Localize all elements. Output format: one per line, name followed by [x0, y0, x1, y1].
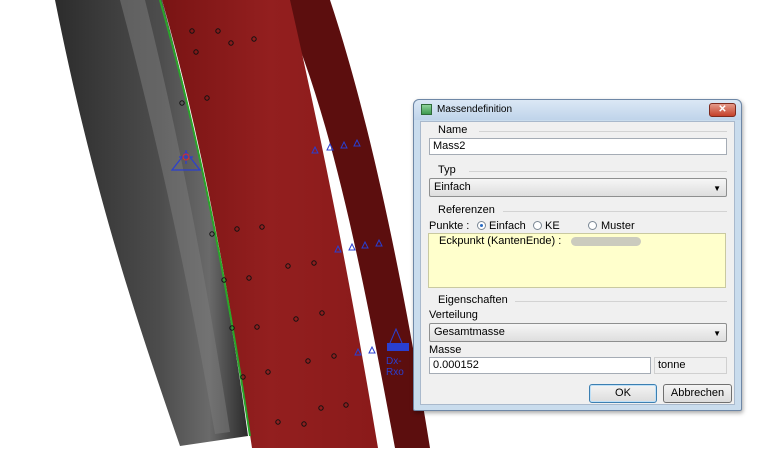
distribution-dropdown[interactable]: Gesamtmasse ▼ — [429, 323, 727, 342]
radio-einfach[interactable] — [477, 221, 486, 230]
mass-input[interactable]: 0.000152 — [429, 357, 651, 374]
chevron-down-icon: ▼ — [713, 329, 721, 338]
references-group-divider — [503, 211, 727, 212]
type-group-divider — [469, 171, 727, 172]
name-group-label: Name — [438, 124, 468, 136]
references-list[interactable]: Eckpunkt (KantenEnde) : — [428, 233, 726, 288]
radio-einfach-label[interactable]: Einfach — [489, 220, 526, 232]
dialog-titlebar[interactable]: Massendefinition ✕ — [414, 100, 741, 120]
type-group-label: Typ — [438, 164, 456, 176]
radio-ke-label[interactable]: KE — [545, 220, 560, 232]
blurred-reference-value — [571, 237, 641, 246]
dialog-app-icon — [421, 104, 432, 115]
axis-label-rxo: Rxo — [386, 367, 404, 378]
points-label: Punkte : — [429, 220, 470, 232]
cancel-button[interactable]: Abbrechen — [663, 384, 732, 403]
mass-unit: tonne — [654, 357, 727, 374]
distribution-dropdown-value: Gesamtmasse — [434, 326, 505, 338]
dialog-title: Massendefinition — [437, 104, 513, 115]
type-dropdown[interactable]: Einfach ▼ — [429, 178, 727, 197]
name-group-divider — [479, 131, 727, 132]
properties-group-divider — [515, 301, 727, 302]
distribution-label: Verteilung — [429, 309, 478, 321]
properties-group-label: Eigenschaften — [438, 294, 508, 306]
radio-ke[interactable] — [533, 221, 542, 230]
type-dropdown-value: Einfach — [434, 181, 471, 193]
mass-definition-dialog: Massendefinition ✕ Name Mass2 Typ Einfac… — [413, 99, 742, 411]
name-input[interactable]: Mass2 — [429, 138, 727, 155]
close-button[interactable]: ✕ — [709, 103, 736, 117]
dialog-body: Name Mass2 Typ Einfach ▼ Referenzen Punk… — [420, 121, 735, 405]
axis-label-dx: Dx- — [386, 356, 402, 367]
mass-label: Masse — [429, 344, 462, 356]
chevron-down-icon: ▼ — [713, 184, 721, 193]
radio-muster[interactable] — [588, 221, 597, 230]
reference-item[interactable]: Eckpunkt (KantenEnde) : — [439, 235, 561, 247]
radio-muster-label[interactable]: Muster — [601, 220, 635, 232]
references-group-label: Referenzen — [438, 204, 495, 216]
ok-button[interactable]: OK — [589, 384, 657, 403]
